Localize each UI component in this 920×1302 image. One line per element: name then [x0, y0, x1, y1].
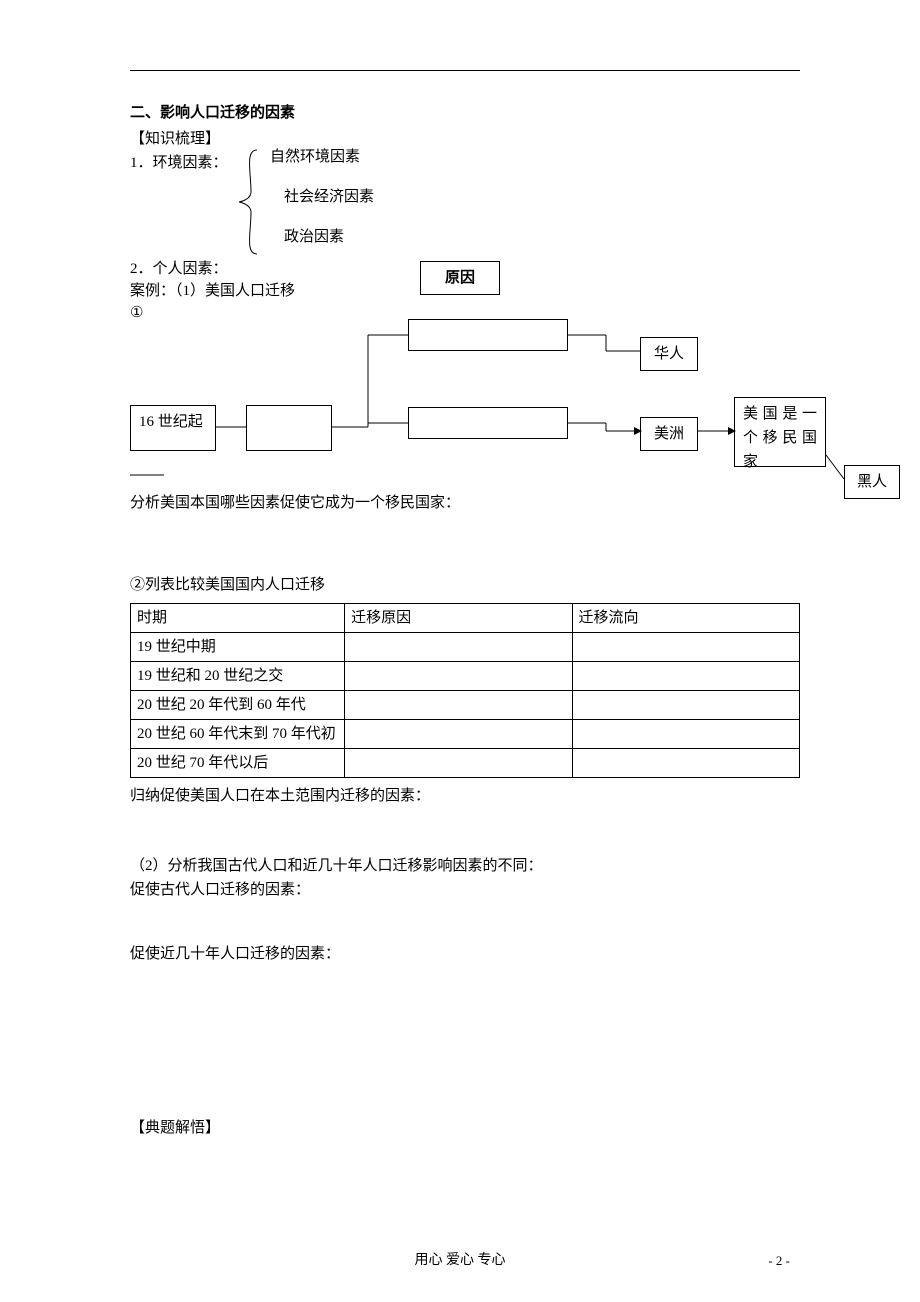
cell-period: 19 世纪中期 — [131, 633, 345, 662]
th-period: 时期 — [131, 604, 345, 633]
env-factor-brace-block: 1．环境因素： 自然环境因素 社会经济因素 政治因素 — [130, 151, 800, 261]
env-item-political: 政治因素 — [284, 225, 374, 249]
env-item-natural: 自然环境因素 — [270, 145, 374, 169]
env-item-social: 社会经济因素 — [284, 185, 374, 209]
exemplar-heading: 【典题解悟】 — [130, 1116, 800, 1140]
cell-period: 20 世纪 20 年代到 60 年代 — [131, 691, 345, 720]
summarize-us-factors: 归纳促使美国人口在本土范围内迁移的因素： — [130, 784, 800, 808]
cell-direction — [572, 691, 799, 720]
page-footer: 用心 爱心 专心 - 2 - — [0, 1250, 920, 1272]
cell-reason — [345, 749, 572, 778]
table-row: 20 世纪 20 年代到 60 年代 — [131, 691, 800, 720]
page-number: - 2 - — [768, 1251, 790, 1272]
question-2: （2）分析我国古代人口和近几十年人口迁移影响因素的不同： — [130, 854, 800, 878]
env-factor-items: 自然环境因素 社会经济因素 政治因素 — [270, 145, 374, 265]
recent-factors: 促使近几十年人口迁移的因素： — [130, 942, 800, 966]
cell-reason — [345, 720, 572, 749]
cell-reason — [345, 633, 572, 662]
table-header-row: 时期 迁移原因 迁移流向 — [131, 604, 800, 633]
table-row: 20 世纪 70 年代以后 — [131, 749, 800, 778]
cell-reason — [345, 662, 572, 691]
cell-period: 20 世纪 60 年代末到 70 年代初 — [131, 720, 345, 749]
curly-brace-icon — [235, 147, 265, 257]
section-2-title: 二、影响人口迁移的因素 — [130, 101, 800, 125]
diagram-connectors — [130, 257, 910, 517]
cell-period: 20 世纪 70 年代以后 — [131, 749, 345, 778]
cell-period: 19 世纪和 20 世纪之交 — [131, 662, 345, 691]
us-domestic-migration-table: 时期 迁移原因 迁移流向 19 世纪中期 19 世纪和 20 世纪之交 20 世… — [130, 603, 800, 778]
th-reason: 迁移原因 — [345, 604, 572, 633]
footer-motto: 用心 爱心 专心 — [415, 1253, 506, 1268]
cell-direction — [572, 633, 799, 662]
cell-reason — [345, 691, 572, 720]
table-row: 19 世纪中期 — [131, 633, 800, 662]
ancient-factors: 促使古代人口迁移的因素： — [130, 878, 800, 902]
table-row: 20 世纪 60 年代末到 70 年代初 — [131, 720, 800, 749]
cell-direction — [572, 662, 799, 691]
table-intro: ②列表比较美国国内人口迁移 — [130, 573, 800, 597]
th-direction: 迁移流向 — [572, 604, 799, 633]
analyze-us-factors: 分析美国本国哪些因素促使它成为一个移民国家： — [130, 491, 460, 515]
document-page: 二、影响人口迁移的因素 【知识梳理】 1．环境因素： 自然环境因素 社会经济因素… — [0, 0, 920, 1302]
cell-direction — [572, 749, 799, 778]
cell-direction — [572, 720, 799, 749]
table-row: 19 世纪和 20 世纪之交 — [131, 662, 800, 691]
top-rule — [130, 70, 800, 71]
knowledge-brief-label: 【知识梳理】 — [130, 127, 800, 151]
env-factor-label: 1．环境因素： — [130, 151, 228, 175]
migration-diagram: 2．个人因素： 案例：（1）美国人口迁移 ① 原因 16 世纪起 华人 美洲 美… — [130, 257, 800, 527]
